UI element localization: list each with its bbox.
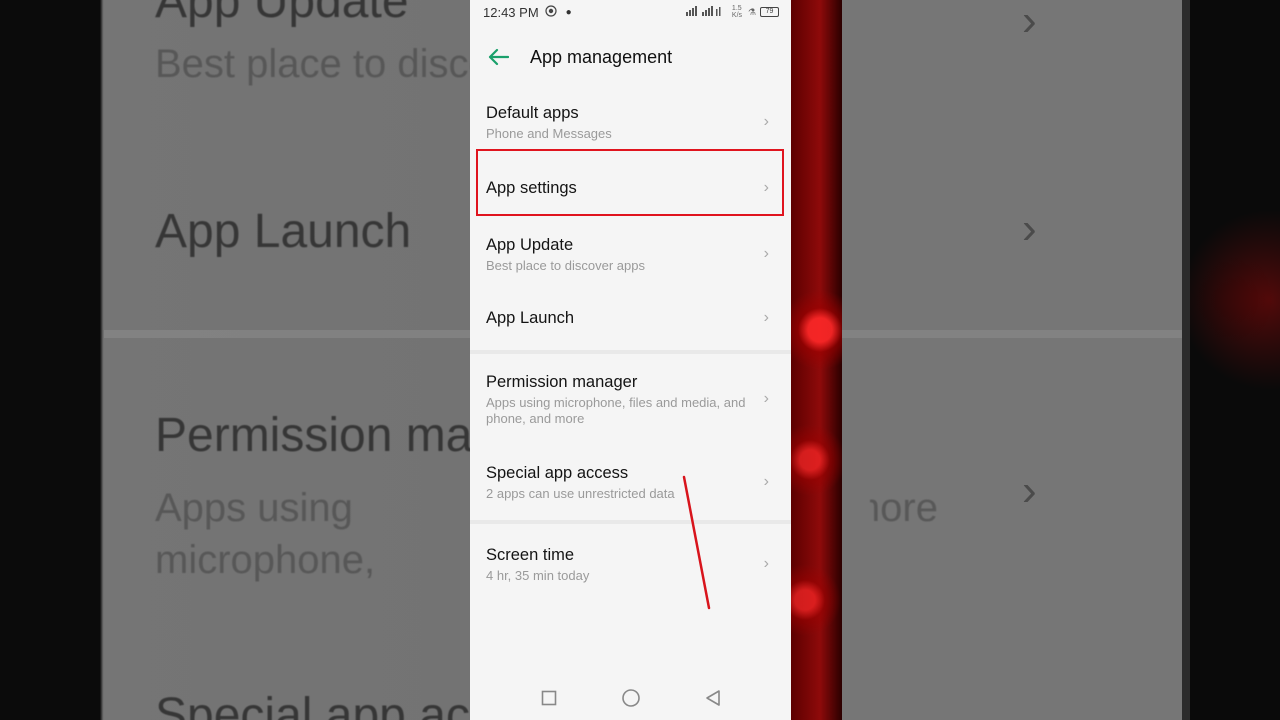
app-header: App management [470,24,791,90]
menu-item-subtitle: 4 hr, 35 min today [486,567,590,583]
menu-item-label: Special app access [486,463,629,482]
bg-label: App Launch [155,205,412,258]
bg-divider [104,330,470,338]
phone-screen: 12:43 PM ● 1.5 K/s ⚗ 79 App management D… [470,0,791,720]
status-icons: 1.5 K/s ⚗ 79 [685,5,779,19]
battery-icon: 79 [760,7,779,17]
chevron-right-icon: › [763,555,769,572]
background-blur-left: App Update Best place to discover apps A… [0,0,470,720]
menu-item-subtitle: Apps using microphone, files and media, … [486,394,746,426]
menu-item-label: Permission manager [486,372,638,391]
bg-label: Special app access [155,689,470,720]
menu-item-label: App Launch [486,309,575,327]
signal-icon [685,6,728,18]
menu-item-app-launch[interactable]: App Launch › [470,286,791,350]
notification-dot-icon: ● [565,6,572,18]
status-time: 12:43 PM [483,4,539,20]
bg-panel-edge [1182,0,1190,720]
menu-item-label: App Update [486,235,574,254]
menu-item-permission-manager[interactable]: Permission manager Apps using microphone… [470,354,791,444]
arrow-left-icon[interactable] [486,45,510,69]
menu-item-label: Default apps [486,103,579,122]
bg-chevron-right-icon: › [1022,204,1037,253]
menu-item-special-app-access[interactable]: Special app access 2 apps can use unrest… [470,444,791,520]
bg-divider [842,330,1182,338]
menu-item-subtitle: Phone and Messages [486,125,612,141]
menu-item-default-apps[interactable]: Default apps Phone and Messages › [470,90,791,154]
bg-dark-edge [1190,0,1280,720]
background-blur-right: Apps using microphone, files and media, … [790,0,1280,720]
chevron-right-icon: › [763,390,769,407]
chevron-right-icon: › [763,179,769,196]
menu-item-subtitle: Best place to discover apps [486,257,645,273]
lab-icon: ⚗ [747,6,756,17]
menu-item-app-settings[interactable]: App settings › [470,154,791,222]
navigation-bar [470,676,791,720]
chevron-right-icon: › [763,245,769,262]
bg-label: Permission manager [155,409,470,462]
circle-icon[interactable] [621,688,641,708]
chevron-right-icon: › [763,473,769,490]
bg-panel [842,0,1182,720]
menu-item-subtitle: 2 apps can use unrestricted data [486,485,675,501]
menu-item-screen-time[interactable]: Screen time 4 hr, 35 min today › [470,524,791,604]
square-icon[interactable] [539,688,559,708]
bg-sublabel: Apps using microphone, files and media, … [870,486,938,530]
bg-chevron-right-icon: › [1022,466,1037,515]
status-bar: 12:43 PM ● 1.5 K/s ⚗ 79 [470,0,791,24]
screen-record-icon [545,4,557,20]
menu-item-label: App settings [486,179,577,197]
menu-item-label: Screen time [486,545,575,564]
bg-sublabel: Best place to discover apps [155,42,470,86]
network-speed: 1.5 K/s [731,5,743,19]
page-title: App management [530,46,673,67]
bg-sublabel: Apps using microphone, files and media, … [155,486,435,592]
bg-label: App Update [155,0,409,28]
bg-chevron-right-icon: › [1022,0,1037,45]
triangle-back-icon[interactable] [703,688,723,708]
chevron-right-icon: › [763,113,769,130]
menu-item-app-update[interactable]: App Update Best place to discover apps › [470,222,791,286]
chevron-right-icon: › [763,309,769,326]
